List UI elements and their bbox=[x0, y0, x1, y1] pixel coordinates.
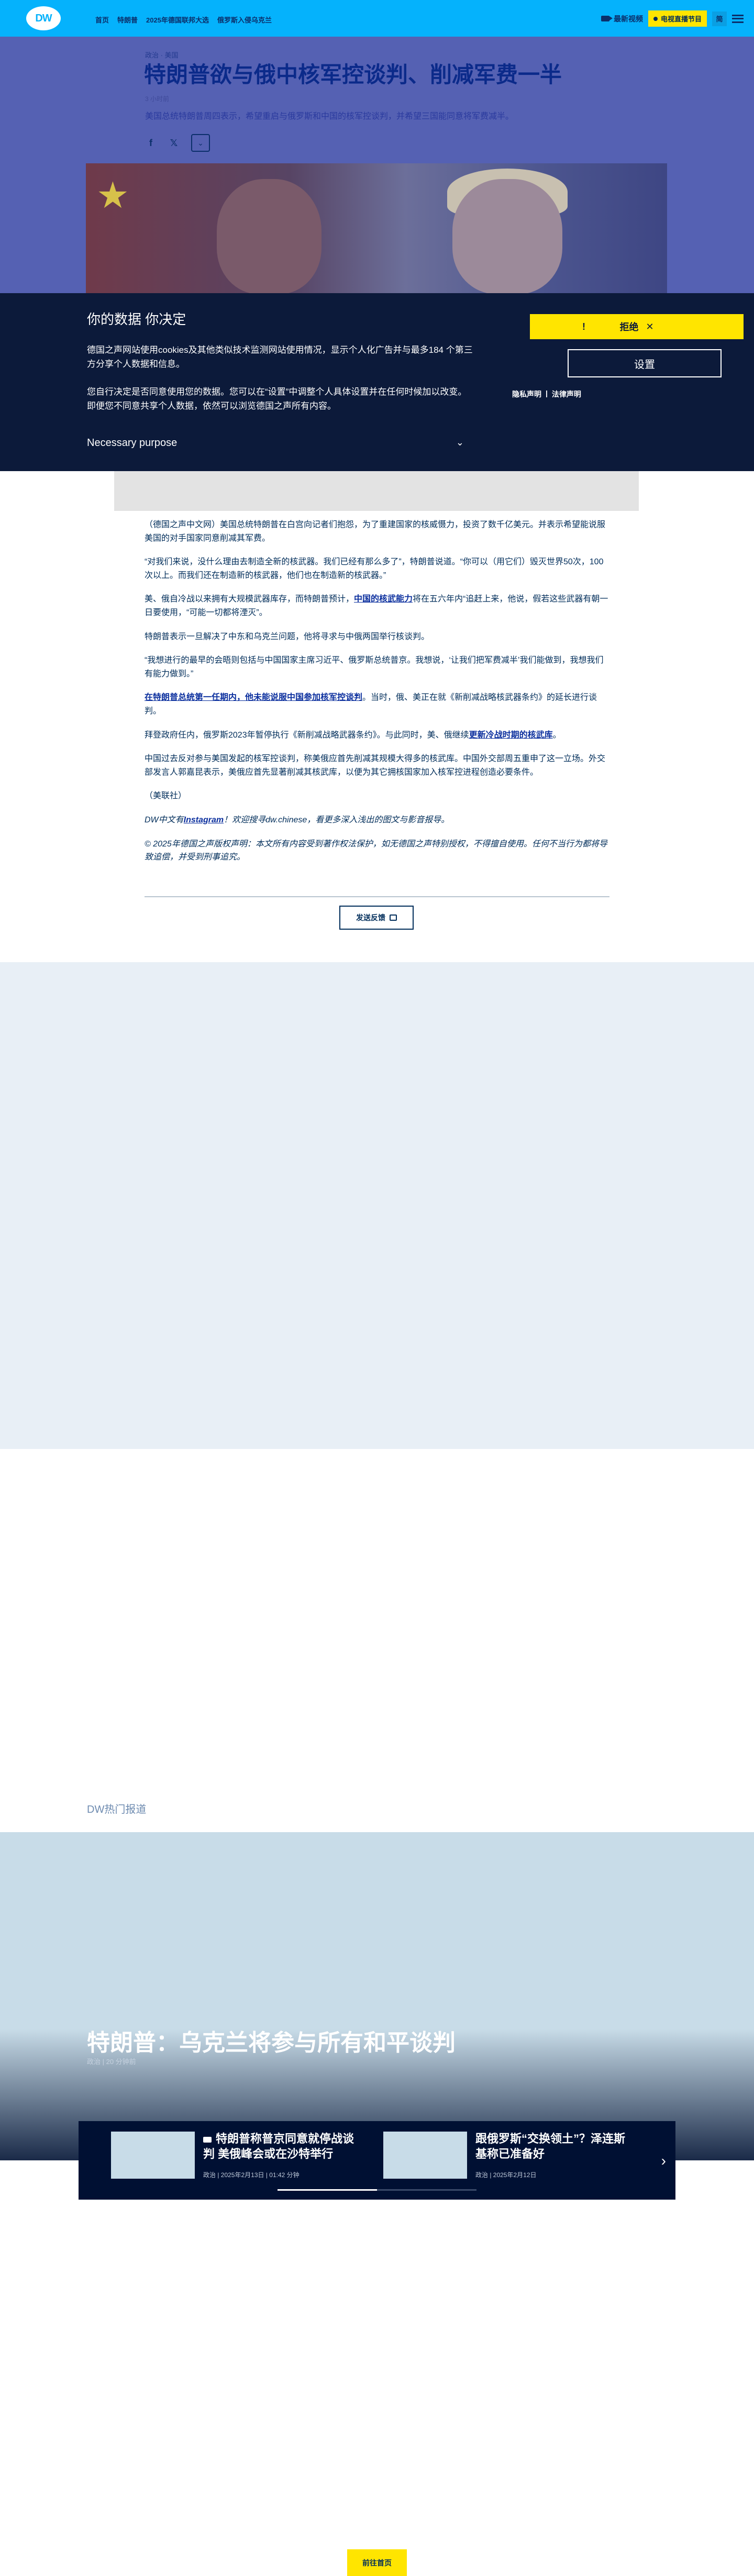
card-title: 跟俄罗斯“交换领土”？泽连斯基称已准备好 bbox=[475, 2132, 626, 2160]
card-title: 特朗普称普京同意就停战谈判 美俄峰会或在沙特举行 bbox=[203, 2132, 355, 2161]
necessary-purpose-label: Necessary purpose bbox=[87, 437, 178, 449]
reject-button[interactable]: ! 拒绝 ✕ bbox=[530, 314, 744, 339]
instagram-promo: DW中文有Instagram！欢迎搜寻dw.chinese，看更多深入浅出的图文… bbox=[145, 813, 609, 827]
x-twitter-icon[interactable]: 𝕏 bbox=[168, 137, 180, 149]
trending-section-label: DW热门报道 bbox=[87, 1804, 147, 1815]
top-right-controls: 最新视频 电视直播节目 简 bbox=[601, 10, 744, 27]
top-navigation-bar: DW 首页 特朗普 2025年德国联邦大选 俄罗斯入侵乌克兰 最新视频 电视直播… bbox=[0, 0, 754, 37]
exclamation-icon: ! bbox=[582, 321, 585, 332]
article-paragraph: 特朗普表示一旦解决了中东和乌克兰问题，他将寻求与中俄两国举行核谈判。 bbox=[145, 632, 430, 641]
nav-link-trump[interactable]: 特朗普 bbox=[117, 15, 138, 25]
first-term-link[interactable]: 在特朗普总统第一任期内，他未能说服中国参加核军控谈判 bbox=[145, 693, 362, 702]
feedback-label: 发送反馈 bbox=[356, 913, 385, 922]
live-dot-icon bbox=[653, 16, 658, 21]
trending-hero-meta: 政治 | 20 分钟前 bbox=[87, 2058, 136, 2066]
instagram-link[interactable]: Instagram bbox=[184, 816, 224, 824]
consent-text-1: 德国之声网站使用cookies及其他类似技术监测网站使用情况，显示个人化广告并与… bbox=[87, 345, 473, 370]
breadcrumb[interactable]: 政治 · 美国 bbox=[145, 50, 179, 60]
cookie-consent-banner: 你的数据 你决定 德国之声网站使用cookies及其他类似技术监测网站使用情况，… bbox=[0, 293, 754, 471]
language-switch-button[interactable]: 简 bbox=[712, 11, 727, 26]
article-paragraph: “对我们来说，没什么理由去制造全新的核武器。我们已经有那么多了”，特朗普说道。“… bbox=[145, 557, 604, 580]
paragraph-text: ！欢迎搜寻dw.chinese，看更多深入浅出的图文与影音报导。 bbox=[224, 815, 450, 824]
necessary-purpose-toggle[interactable]: Necessary purpose ⌄ bbox=[87, 437, 464, 449]
nav-link-election[interactable]: 2025年德国联邦大选 bbox=[146, 15, 209, 25]
trending-hero-title[interactable]: 特朗普：乌克兰将参与所有和平谈判 bbox=[87, 2024, 456, 2057]
paragraph-text: 。 bbox=[552, 730, 561, 740]
latest-video-link[interactable]: 最新视频 bbox=[601, 14, 643, 24]
card-thumbnail bbox=[383, 2132, 467, 2179]
chevron-down-icon[interactable]: ⌄ bbox=[191, 134, 210, 152]
trending-carousel: 特朗普称普京同意就停战谈判 美俄峰会或在沙特举行 政治 | 2025年2月13日… bbox=[79, 2121, 675, 2200]
main-nav: 首页 特朗普 2025年德国联邦大选 俄罗斯入侵乌克兰 bbox=[95, 15, 272, 25]
settings-button[interactable]: 设置 bbox=[568, 349, 722, 377]
carousel-card[interactable]: 特朗普称普京同意就停战谈判 美俄峰会或在沙特举行 政治 | 2025年2月13日… bbox=[111, 2132, 362, 2179]
hamburger-menu-icon[interactable] bbox=[732, 14, 744, 23]
divider bbox=[145, 896, 609, 897]
close-icon: ✕ bbox=[646, 321, 654, 332]
nuclear-capability-link[interactable]: 中国的核武能力 bbox=[354, 595, 413, 604]
trending-hero-image[interactable] bbox=[0, 1832, 754, 2160]
card-thumbnail bbox=[111, 2132, 195, 2179]
live-tv-button[interactable]: 电视直播节目 bbox=[648, 10, 707, 27]
article-paragraph: 中国过去反对参与美国发起的核军控谈判，称美俄应首先削减其规模大得多的核武库。中国… bbox=[145, 754, 606, 777]
portrait-right bbox=[452, 179, 562, 293]
carousel-progress-fill bbox=[278, 2189, 377, 2191]
article-paragraph: （德国之声中文网）美国总统特朗普在白宫向记者们抱怨，为了重建国家的核威慑力，投资… bbox=[145, 520, 606, 543]
card-meta: 政治 | 2025年2月12日 bbox=[475, 2171, 537, 2179]
paragraph-text: DW中文有 bbox=[145, 815, 184, 824]
consent-title: 你的数据 你决定 bbox=[87, 311, 186, 327]
chevron-right-icon[interactable]: › bbox=[661, 2153, 666, 2169]
latest-video-label: 最新视频 bbox=[613, 14, 643, 23]
article-date: 3 小时前 bbox=[145, 95, 170, 103]
card-meta: 政治 | 2025年2月13日 | 01:42 分钟 bbox=[203, 2171, 300, 2179]
consent-links: 隐私声明 | 法律声明 bbox=[512, 389, 581, 399]
consent-text-2: 您自行决定是否同意使用您的数据。您可以在“设置”中调整个人具体设置并在任何时候加… bbox=[87, 387, 467, 411]
article-source: （美联社） bbox=[145, 791, 187, 801]
send-feedback-button[interactable]: 发送反馈 bbox=[339, 906, 414, 930]
live-tv-label: 电视直播节目 bbox=[660, 15, 702, 23]
nav-link-ukraine[interactable]: 俄罗斯入侵乌克兰 bbox=[217, 15, 272, 25]
feedback-icon bbox=[390, 915, 397, 921]
article-paragraph: 美、俄自冷战以来拥有大规模武器库存，而特朗普预计，中国的核武能力将在五六年内“追… bbox=[145, 593, 609, 619]
carousel-progress bbox=[278, 2189, 476, 2191]
card-title-text: 特朗普称普京同意就停战谈判 美俄峰会或在沙特举行 bbox=[203, 2132, 354, 2160]
portrait-left bbox=[217, 179, 321, 293]
article-paragraph: 拜登政府任内，俄罗斯2023年暂停执行《新削减战略武器条约》。与此同时，美、俄继… bbox=[145, 729, 609, 742]
article-paragraph: 在特朗普总统第一任期内，他未能说服中国参加核军控谈判。当时，俄、美正在就《新削减… bbox=[145, 691, 609, 718]
copyright-notice: © 2025年德国之声版权声明：本文所有内容受到著作权法保护，如无德国之声特别授… bbox=[145, 839, 607, 862]
privacy-link[interactable]: 隐私声明 bbox=[512, 389, 541, 399]
reject-label: 拒绝 bbox=[619, 322, 639, 332]
legal-link[interactable]: 法律声明 bbox=[552, 389, 581, 399]
dw-logo[interactable]: DW bbox=[26, 6, 61, 30]
paragraph-text: 拜登政府任内，俄罗斯2023年暂停执行《新削减战略武器条约》。与此同时，美、俄继… bbox=[145, 730, 469, 740]
article-body: （德国之声中文网）美国总统特朗普在白宫向记者们抱怨，为了重建国家的核威慑力，投资… bbox=[145, 518, 609, 875]
page-title: 特朗普欲与俄中核军控谈判、削减军费一半 bbox=[144, 62, 562, 87]
link-separator: | bbox=[546, 389, 548, 397]
hero-image: ★ bbox=[86, 163, 667, 293]
ad-placeholder bbox=[0, 962, 754, 1449]
image-caption-band bbox=[114, 471, 639, 511]
carousel-card[interactable]: 跟俄罗斯“交换领土”？泽连斯基称已准备好 政治 | 2025年2月12日 bbox=[383, 2132, 635, 2179]
video-camera-icon bbox=[601, 16, 613, 21]
article-paragraph: “我想进行的最早的会晤则包括与中国国家主席习近平、俄罗斯总统普京。我想说，‘让我… bbox=[145, 656, 604, 678]
facebook-icon[interactable]: f bbox=[145, 137, 157, 149]
paragraph-text: 美、俄自冷战以来拥有大规模武器库存，而特朗普预计， bbox=[145, 595, 354, 604]
nav-link-home[interactable]: 首页 bbox=[95, 15, 109, 25]
cold-war-arsenal-link[interactable]: 更新冷战时期的核武库 bbox=[469, 731, 553, 740]
chevron-down-icon: ⌄ bbox=[456, 437, 464, 448]
article-teaser: 美国总统特朗普周四表示，希望重启与俄罗斯和中国的核军控谈判，并希望三国能同意将军… bbox=[145, 112, 514, 121]
video-camera-icon bbox=[203, 2136, 212, 2143]
flag-star-graphic: ★ bbox=[96, 175, 129, 216]
share-bar: f 𝕏 ⌄ bbox=[145, 134, 210, 152]
go-home-button[interactable]: 前往首页 bbox=[347, 2549, 407, 2576]
